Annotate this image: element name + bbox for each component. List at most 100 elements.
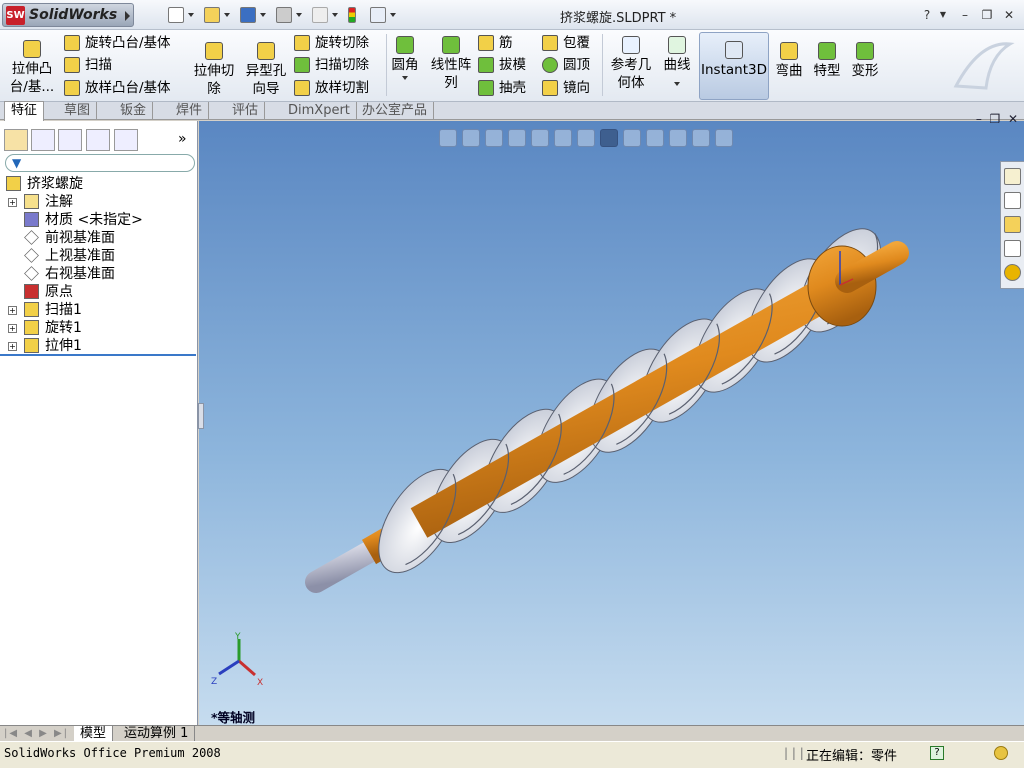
restore-button[interactable]: ❐ (978, 6, 996, 24)
tree-item[interactable]: 材质 <未指定> (0, 211, 196, 229)
expand-icon[interactable]: + (8, 306, 17, 315)
draft-button[interactable]: 拔模 (478, 55, 526, 75)
loft-cut-label: 放样切割 (315, 80, 369, 96)
tree-item[interactable]: 上视基准面 (0, 247, 196, 265)
revolve-cut-button[interactable]: 旋转切除 (294, 33, 369, 53)
reference-geometry-icon (622, 36, 640, 54)
hole-wizard-label: 异型孔 向导 (245, 63, 287, 97)
rebuild-button[interactable] (348, 6, 356, 24)
dimxpert-manager-tab-icon[interactable] (86, 129, 110, 151)
filter-input[interactable]: ▼ (5, 154, 195, 172)
hole-wizard-button[interactable]: 异型孔 向导 (242, 42, 290, 98)
pane-splitter-handle[interactable] (198, 403, 204, 429)
chevron-down-icon (188, 13, 194, 17)
tab-weldments[interactable]: 焊件 (170, 102, 210, 120)
tree-item[interactable]: 原点 (0, 283, 196, 301)
sweep-icon (24, 302, 39, 317)
display-manager-tab-icon[interactable] (114, 129, 138, 151)
tree-item[interactable]: 右视基准面 (0, 265, 196, 283)
flex-button[interactable]: 弯曲 (772, 42, 806, 80)
tab-model[interactable]: 模型 (74, 726, 114, 742)
task-pane-tabs (1000, 161, 1024, 289)
expand-icon[interactable]: + (8, 342, 17, 351)
feature-manager-tab-icon[interactable] (4, 129, 28, 151)
coordinate-triad: Y X Z (211, 632, 263, 688)
revolve-boss-button[interactable]: 旋转凸台/基体 (64, 33, 171, 53)
solidworks-menu-button[interactable]: SW SolidWorks (2, 3, 134, 27)
undo-button[interactable] (312, 6, 338, 24)
tree-item[interactable]: + 注解 (0, 193, 196, 211)
tab-motion-study[interactable]: 运动算例 1 (118, 726, 196, 742)
tab-evaluate[interactable]: 评估 (226, 102, 266, 120)
command-manager-tabs: 特征 草图 钣金 焊件 评估 DimXpert 办公室产品 (0, 101, 1024, 121)
shell-button[interactable]: 抽壳 (478, 78, 526, 98)
tree-item[interactable]: 前视基准面 (0, 229, 196, 247)
expand-panel-icon[interactable]: » (178, 131, 187, 147)
annotation-icon (24, 194, 39, 209)
rib-button[interactable]: 筋 (478, 33, 513, 53)
instant3d-button[interactable]: Instant3D (699, 32, 769, 100)
appearances-scenes-icon[interactable] (1004, 264, 1021, 281)
dome-icon (542, 57, 558, 73)
tab-sketch[interactable]: 草图 (58, 102, 98, 120)
curves-button[interactable]: 曲线 (658, 36, 696, 86)
extrude-cut-button[interactable]: 拉伸切 除 (190, 42, 238, 98)
fillet-button[interactable]: 圆角 (388, 36, 422, 80)
minimize-button[interactable]: – (956, 6, 974, 24)
file-explorer-icon[interactable] (1004, 216, 1021, 233)
expand-icon[interactable]: + (8, 324, 17, 333)
linear-pattern-label: 线性阵 列 (430, 57, 472, 91)
print-button[interactable] (276, 6, 302, 24)
close-button[interactable]: ✕ (1000, 6, 1018, 24)
tab-scroll-arrows[interactable]: |◀ ◀ ▶ ▶| (4, 728, 69, 739)
feature-manager-pane: » ▼ 挤浆螺旋 + 注解 材质 <未指定> 前视基准面 上视基准面 右视基准面 原点 + 扫描1… (0, 121, 198, 725)
tab-office-products[interactable]: 办公室产品 (356, 102, 435, 120)
editing-status: 正在编辑：零件 (806, 749, 898, 764)
design-library-icon[interactable] (1004, 192, 1021, 209)
solidworks-logo-icon: SW (6, 6, 25, 25)
wrap-button[interactable]: 包覆 (542, 33, 590, 53)
tree-item[interactable]: + 扫描1 (0, 301, 196, 319)
reference-geometry-button[interactable]: 参考几 何体 (606, 36, 656, 92)
property-manager-tab-icon[interactable] (31, 129, 55, 151)
expand-icon[interactable]: + (8, 198, 17, 207)
title-bar: SW SolidWorks 挤浆螺旋.SLDPRT * ? ▼ – ❐ ✕ (0, 0, 1024, 30)
plane-icon (24, 266, 39, 281)
fillet-label: 圆角 (391, 57, 419, 73)
rollback-bar[interactable] (0, 354, 196, 356)
sweep-cut-button[interactable]: 扫描切除 (294, 55, 369, 75)
auger-model[interactable]: Y X Z (199, 121, 1024, 725)
dome-button[interactable]: 圆顶 (542, 55, 590, 75)
tab-sheet-metal[interactable]: 钣金 (114, 102, 154, 120)
view-palette-icon[interactable] (1004, 240, 1021, 257)
loft-cut-button[interactable]: 放样切割 (294, 78, 369, 98)
tab-features[interactable]: 特征 (4, 101, 45, 121)
save-button[interactable] (240, 6, 266, 24)
tree-item[interactable]: 挤浆螺旋 (0, 175, 178, 193)
extrude-boss-button[interactable]: 拉伸凸 台/基... (6, 40, 58, 96)
tab-dimxpert[interactable]: DimXpert (282, 102, 357, 120)
tag-icon[interactable] (994, 746, 1008, 760)
deform-button[interactable]: 变形 (848, 42, 882, 80)
tree-item[interactable]: + 旋转1 (0, 319, 196, 337)
options-button[interactable] (370, 6, 396, 24)
configuration-manager-tab-icon[interactable] (58, 129, 82, 151)
open-document-button[interactable] (204, 6, 230, 24)
filter-icon: ▼ (12, 156, 22, 170)
sweep-label: 扫描 (85, 57, 112, 73)
tree-item-label: 挤浆螺旋 (27, 176, 83, 192)
rib-icon (478, 35, 494, 51)
loft-boss-button[interactable]: 放样凸台/基体 (64, 78, 171, 98)
tree-item[interactable]: + 拉伸1 (0, 337, 196, 355)
tree-item-label: 材质 <未指定> (45, 212, 143, 228)
sweep-button[interactable]: 扫描 (64, 55, 112, 75)
draft-label: 拔模 (499, 57, 526, 73)
mirror-button[interactable]: 镜向 (542, 78, 590, 98)
graphics-viewport[interactable]: – ❐ ✕ Y X Z *等轴测 (198, 112, 1024, 725)
help-icon[interactable]: ? (930, 746, 944, 760)
linear-pattern-button[interactable]: 线性阵 列 (426, 36, 476, 92)
chevron-down-icon[interactable]: ▼ (934, 6, 952, 24)
new-document-button[interactable] (168, 6, 194, 24)
freeform-features-button[interactable]: 特型 (810, 42, 844, 80)
resources-home-icon[interactable] (1004, 168, 1021, 185)
